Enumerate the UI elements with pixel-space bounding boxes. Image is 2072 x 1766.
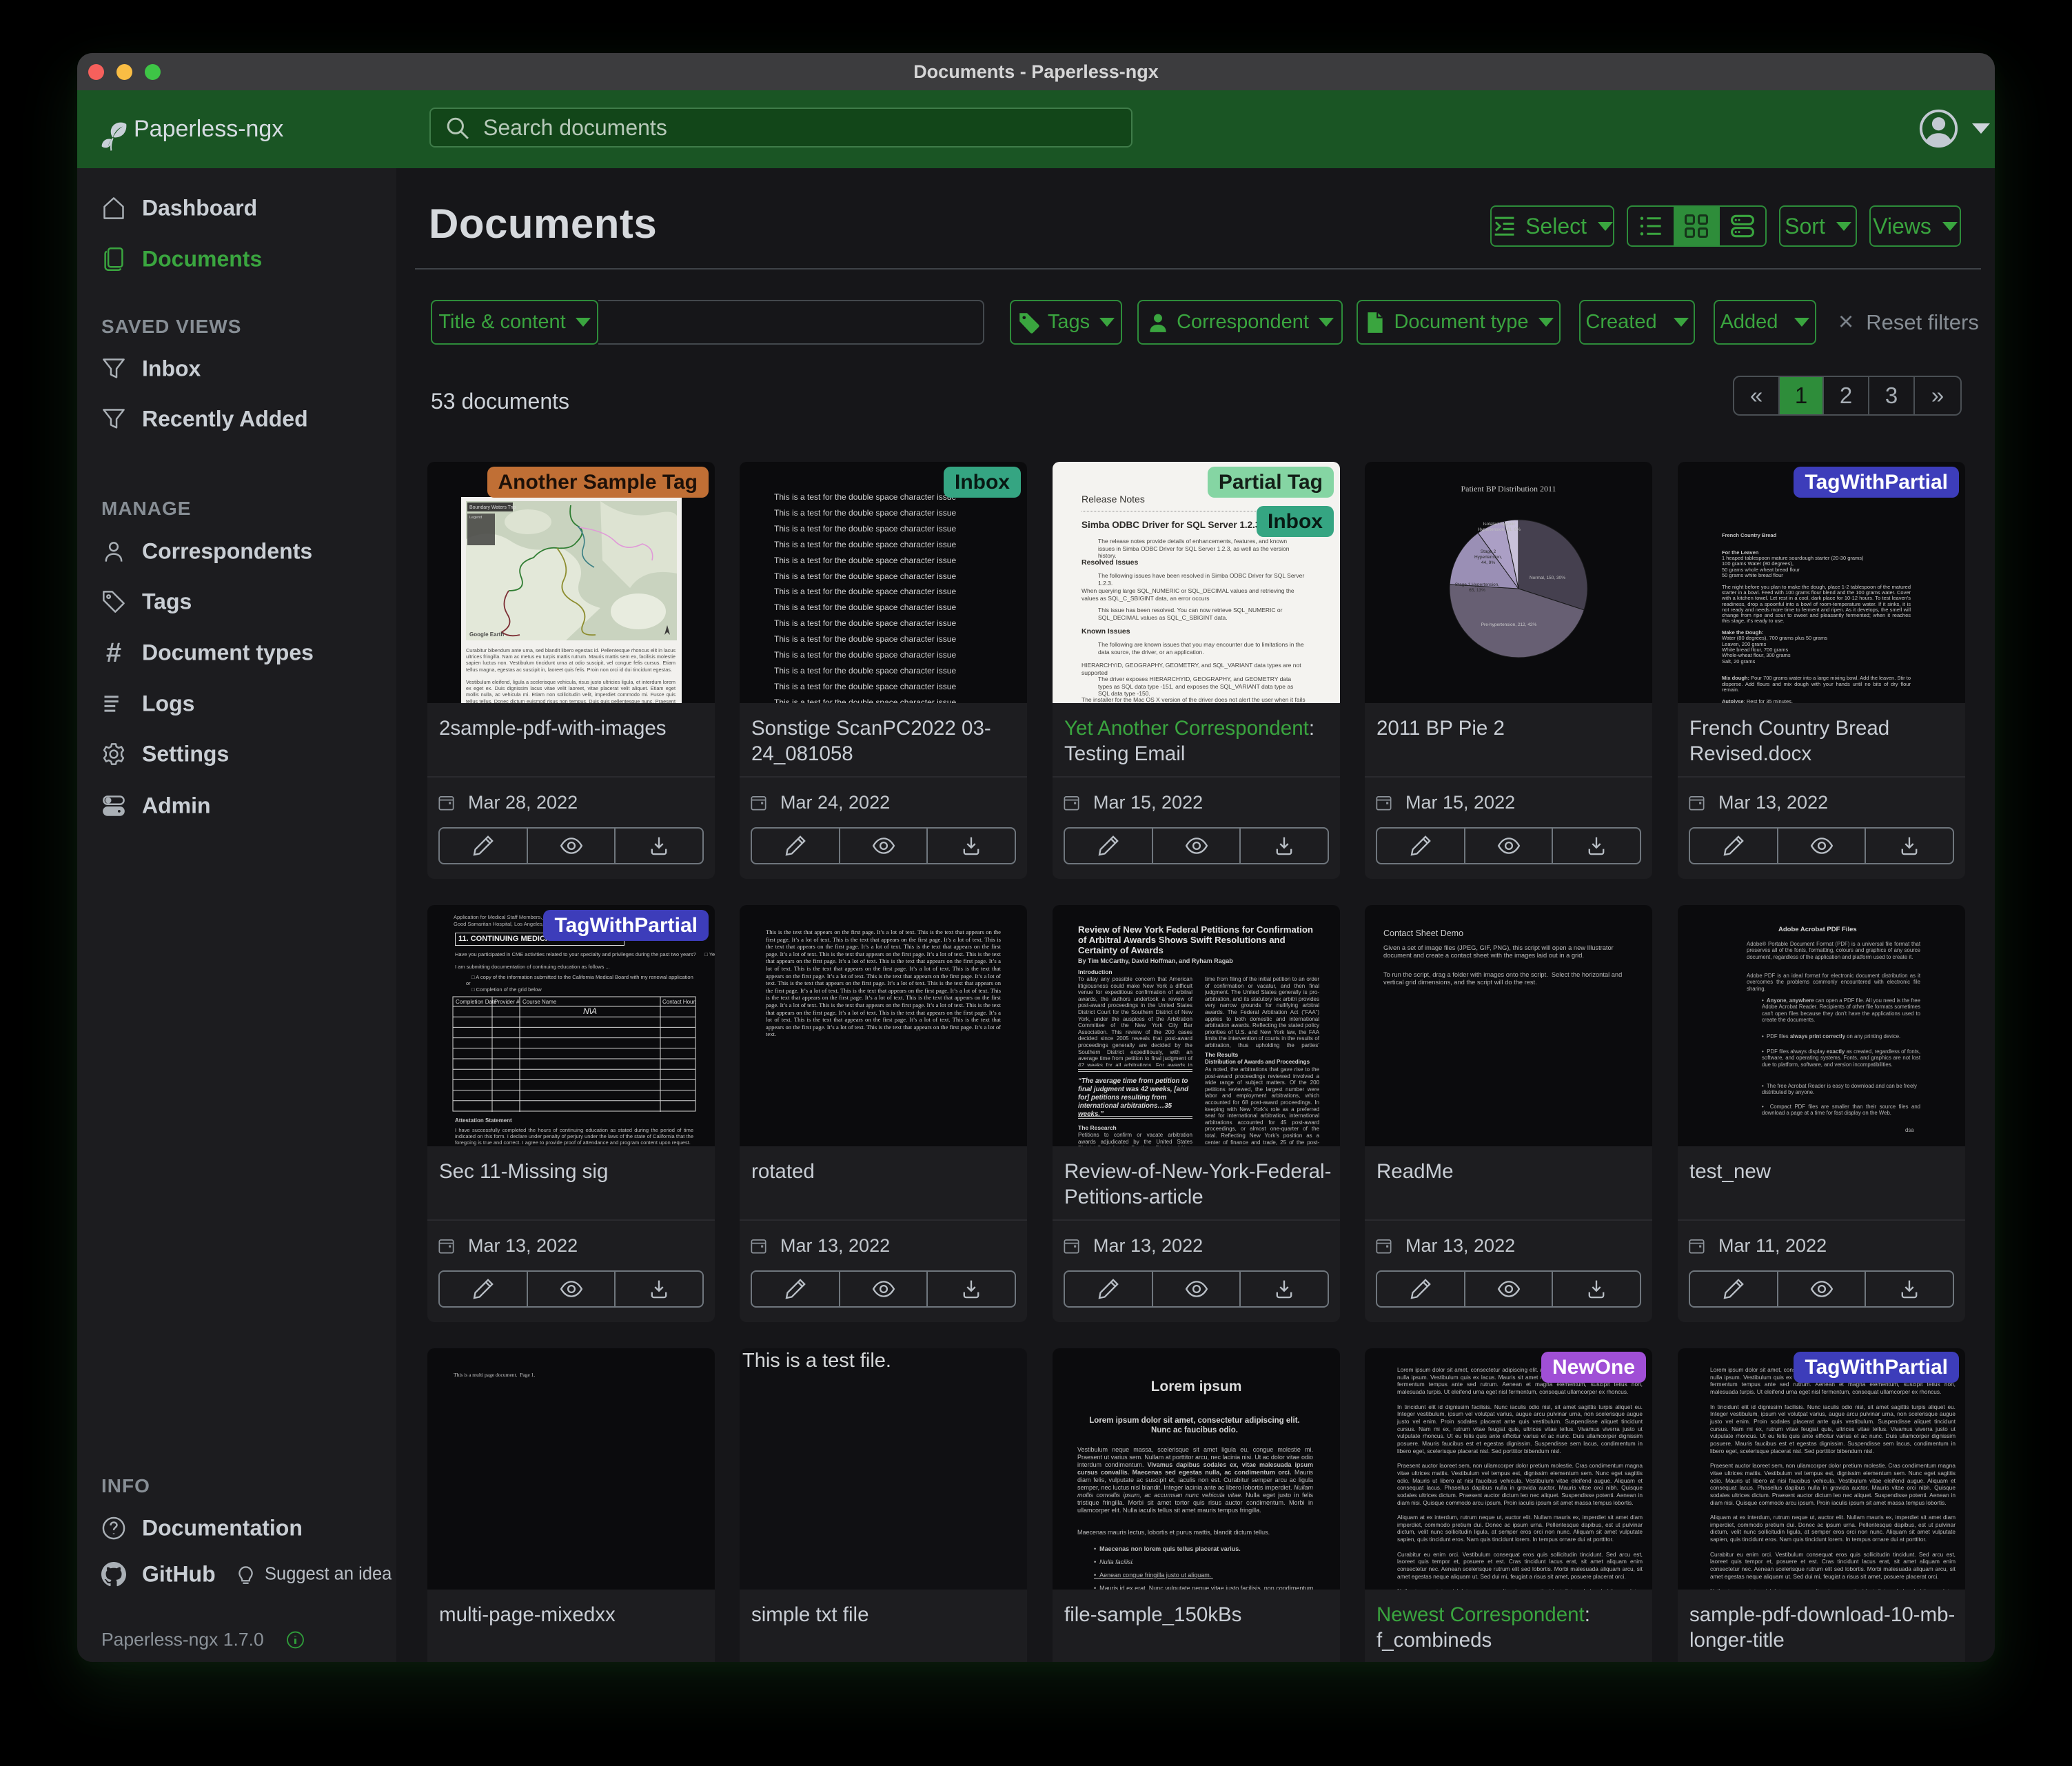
svg-text:Provider #: Provider #: [494, 999, 520, 1005]
svg-text:Pre-hypertension, 212, 42%: Pre-hypertension, 212, 42%: [1481, 622, 1537, 627]
svg-text:Legend: Legend: [469, 516, 482, 520]
svg-text:Normal, 150, 30%: Normal, 150, 30%: [1530, 576, 1565, 580]
svg-text:Google Earth: Google Earth: [469, 631, 504, 638]
svg-text:Isolated Systolic: Isolated Systolic: [1483, 522, 1516, 527]
svg-text:Course Name: Course Name: [522, 999, 557, 1005]
svg-text:Contact Hours: Contact Hours: [662, 999, 696, 1005]
svg-text:Completion Date: Completion Date: [456, 999, 497, 1005]
svg-text:44, 9%: 44, 9%: [1481, 560, 1495, 565]
svg-text:N\A: N\A: [583, 1006, 597, 1016]
svg-text:65, 13%: 65, 13%: [1469, 588, 1485, 593]
svg-text:Stage 1 Hypertension,: Stage 1 Hypertension,: [1455, 582, 1500, 587]
svg-text:Hypertension,: Hypertension,: [1474, 555, 1502, 560]
svg-text:Hypertension, 31, 6%: Hypertension, 31, 6%: [1478, 527, 1521, 532]
svg-text:Boundary Waters Trip: Boundary Waters Trip: [469, 505, 516, 510]
svg-text:Stage 2: Stage 2: [1481, 549, 1496, 554]
